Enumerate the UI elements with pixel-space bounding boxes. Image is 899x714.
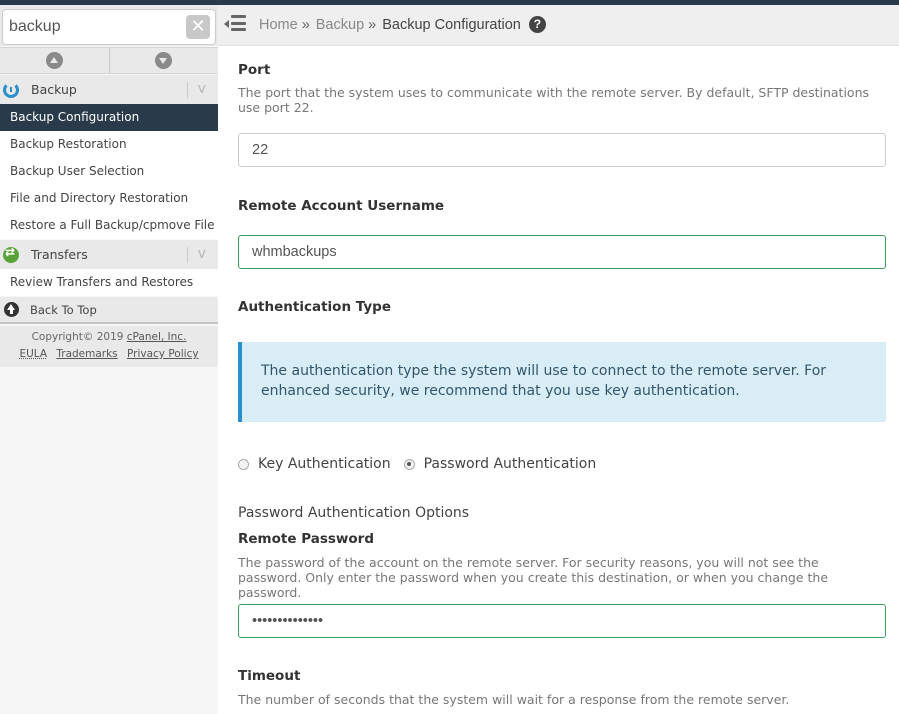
sidebar-group-backup[interactable]: Backup V [0,75,218,104]
auth-type-radio-group: Key Authentication Password Authenticati… [238,456,609,472]
key-auth-label[interactable]: Key Authentication [258,456,391,472]
divider [187,246,188,263]
search-input[interactable] [9,16,179,38]
breadcrumb-home[interactable]: Home [259,17,298,33]
sidebar-group-label: Backup [31,82,77,97]
company-link[interactable]: cPanel, Inc. [127,331,187,343]
back-to-top-button[interactable]: Back To Top [0,297,218,324]
breadcrumb-current: Backup Configuration [382,16,521,33]
help-icon[interactable]: ? [528,16,546,33]
breadcrumb: Home » Backup » Backup Configuration ? [259,16,546,33]
password-help: The password of the account on the remot… [238,555,829,600]
password-label: Remote Password [238,531,374,547]
password-options-heading: Password Authentication Options [238,505,470,521]
timeout-label: Timeout [238,668,301,684]
sidebar-item-backup-user-selection[interactable]: Backup User Selection [0,158,218,185]
sidebar-item-restore-full-backup[interactable]: Restore a Full Backup/cpmove File [0,212,218,239]
scroll-down-button[interactable] [110,48,219,73]
password-auth-radio[interactable] [403,458,415,470]
trademarks-link[interactable]: Trademarks [56,348,117,360]
sidebar-item-file-directory-restoration[interactable]: File and Directory Restoration [0,185,218,212]
arrow-up-icon [45,52,63,69]
breadcrumb-separator: » [368,16,377,33]
password-input[interactable] [238,604,886,638]
page-header: Home » Backup » Backup Configuration ? [218,5,899,46]
sidebar-group-label: Transfers [31,247,88,262]
sidebar-item-review-transfers[interactable]: Review Transfers and Restores [0,269,218,296]
arrow-up-circle-icon [4,302,19,317]
back-to-top-label: Back To Top [30,302,97,317]
port-label: Port [238,62,271,78]
password-auth-label[interactable]: Password Authentication [424,456,597,472]
timeout-help: The number of seconds that the system wi… [238,692,790,707]
copyright-text: Copyright© 2019 [31,331,124,343]
port-input[interactable] [238,133,886,167]
privacy-policy-link[interactable]: Privacy Policy [127,348,199,360]
backup-icon [3,81,19,98]
port-help: The port that the system uses to communi… [238,85,870,115]
key-auth-radio[interactable] [238,458,249,470]
username-input[interactable] [238,235,886,269]
auth-type-label: Authentication Type [238,299,391,315]
sidebar-item-backup-configuration[interactable]: Backup Configuration [0,104,218,131]
chevron-down-icon[interactable]: V [198,248,218,261]
auth-type-info: The authentication type the system will … [238,342,886,422]
breadcrumb-separator: » [301,16,310,33]
sidebar-group-transfers[interactable]: Transfers V [0,240,218,269]
divider [187,81,188,98]
close-icon[interactable]: ✕ [186,15,210,39]
username-label: Remote Account Username [238,198,445,214]
sidebar-footer: Copyright© 2019 cPanel, Inc. EULA Tradem… [0,326,218,367]
menu-toggle-icon[interactable] [224,15,246,33]
sidebar-search: ✕ [0,5,218,46]
arrow-down-icon [155,52,173,69]
sidebar: ✕ Backup V Backup Configuration Backup R… [0,5,218,714]
search-box: ✕ [2,9,216,45]
scroll-up-button[interactable] [0,48,110,73]
transfers-icon [3,245,19,263]
breadcrumb-backup[interactable]: Backup [316,17,364,33]
chevron-down-icon[interactable]: V [198,83,218,96]
eula-link[interactable]: EULA [19,348,47,360]
sidebar-scroll-controls [0,47,218,74]
sidebar-item-backup-restoration[interactable]: Backup Restoration [0,131,218,158]
